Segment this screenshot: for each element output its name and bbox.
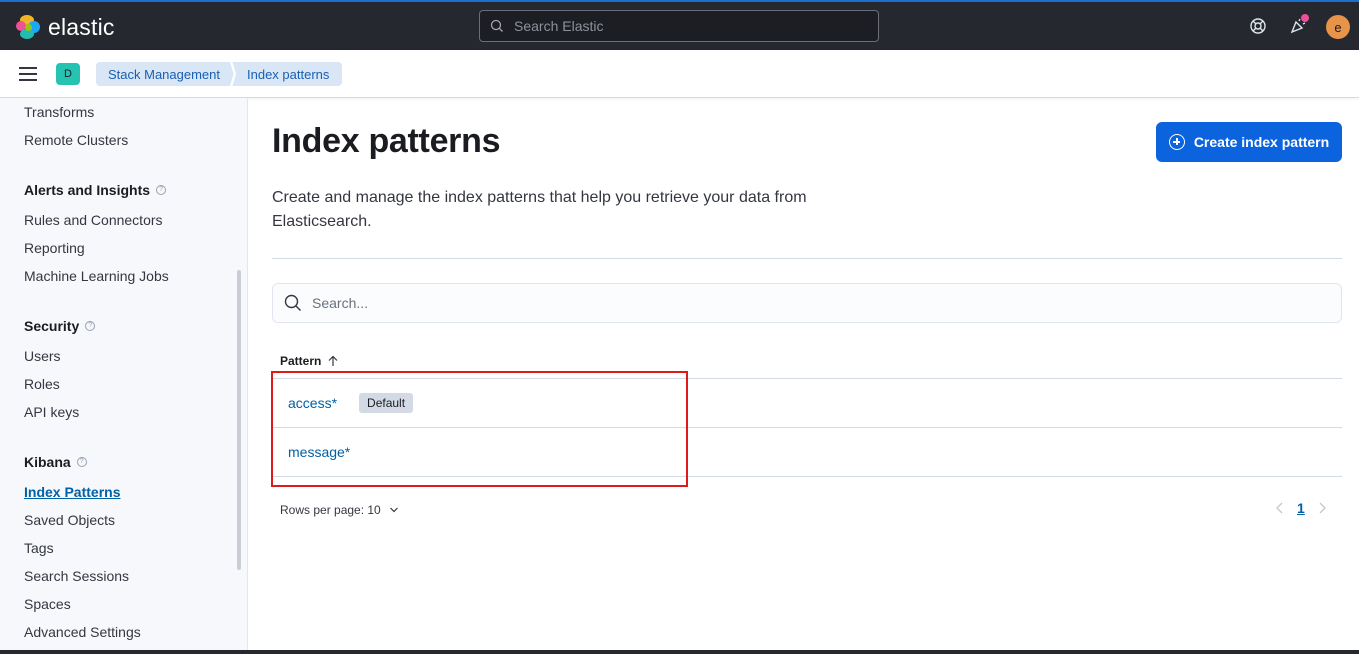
search-input[interactable] bbox=[312, 295, 1312, 311]
sidebar-item-users[interactable]: Users bbox=[24, 348, 61, 364]
elastic-logo[interactable]: elastic bbox=[16, 14, 115, 40]
rows-per-page-selector[interactable]: Rows per page: 10 bbox=[280, 503, 399, 517]
sidebar-item-rules-connectors[interactable]: Rules and Connectors bbox=[24, 212, 163, 228]
elastic-logo-icon bbox=[16, 15, 40, 39]
create-button-label: Create index pattern bbox=[1193, 134, 1330, 150]
sort-ascending-icon bbox=[328, 355, 338, 366]
index-pattern-search[interactable] bbox=[272, 283, 1342, 323]
help-lifebuoy-icon bbox=[1250, 18, 1266, 34]
breadcrumb-bar: D Stack Management Index patterns bbox=[0, 50, 1359, 98]
sidebar-item-api-keys[interactable]: API keys bbox=[24, 404, 79, 420]
sidebar-group-title: Alerts and Insights bbox=[24, 182, 151, 198]
sidebar-item-advanced-settings[interactable]: Advanced Settings bbox=[24, 624, 141, 640]
sidebar-item-index-patterns[interactable]: Index Patterns bbox=[24, 484, 120, 500]
pagination: 1 bbox=[1275, 500, 1327, 516]
sidebar-item-tags[interactable]: Tags bbox=[24, 540, 54, 556]
sidebar-group-title: Security bbox=[24, 318, 80, 334]
sidebar-item-roles[interactable]: Roles bbox=[24, 376, 60, 392]
sidebar-group-title: Kibana bbox=[24, 454, 71, 470]
notification-dot bbox=[1301, 14, 1309, 22]
sidebar-scrollbar[interactable] bbox=[237, 270, 241, 570]
management-sidebar: Transforms Remote Clusters Alerts and In… bbox=[0, 98, 248, 654]
sidebar-group-security: Security ? bbox=[24, 318, 96, 334]
user-avatar[interactable]: e bbox=[1326, 15, 1350, 39]
help-icon[interactable]: ? bbox=[85, 321, 96, 331]
logo-text: elastic bbox=[48, 13, 115, 40]
news-feed-button[interactable] bbox=[1286, 14, 1310, 38]
sidebar-item-saved-objects[interactable]: Saved Objects bbox=[24, 512, 115, 528]
help-icon[interactable]: ? bbox=[156, 185, 167, 195]
top-header: elastic e bbox=[0, 0, 1359, 50]
column-header-label: Pattern bbox=[280, 354, 322, 368]
window-bottom-edge bbox=[0, 650, 1359, 654]
column-header-pattern[interactable]: Pattern bbox=[280, 354, 339, 368]
rows-per-page-label: Rows per page: 10 bbox=[280, 503, 381, 517]
main-content: Index patterns Create index pattern Crea… bbox=[249, 98, 1359, 654]
search-icon bbox=[284, 294, 301, 311]
breadcrumb-stack-management[interactable]: Stack Management bbox=[96, 62, 233, 86]
page-number-button[interactable]: 1 bbox=[1297, 500, 1305, 516]
sidebar-item-reporting[interactable]: Reporting bbox=[24, 240, 85, 256]
chevron-right-icon[interactable] bbox=[1317, 501, 1327, 515]
global-search[interactable] bbox=[479, 10, 879, 42]
sidebar-item-transforms[interactable]: Transforms bbox=[24, 104, 94, 120]
divider bbox=[272, 258, 1342, 259]
plus-circle-icon bbox=[1168, 134, 1185, 150]
menu-toggle-icon[interactable] bbox=[19, 67, 37, 81]
sidebar-item-spaces[interactable]: Spaces bbox=[24, 596, 71, 612]
chevron-left-icon[interactable] bbox=[1275, 501, 1285, 515]
chevron-down-icon bbox=[389, 507, 398, 513]
page-description: Create and manage the index patterns tha… bbox=[272, 189, 807, 230]
help-icon[interactable]: ? bbox=[76, 457, 87, 467]
highlight-annotation-box bbox=[271, 371, 688, 487]
search-icon bbox=[490, 19, 503, 32]
sidebar-group-alerts-insights: Alerts and Insights ? bbox=[24, 182, 167, 198]
sidebar-item-remote-clusters[interactable]: Remote Clusters bbox=[24, 132, 128, 148]
sidebar-group-kibana: Kibana ? bbox=[24, 454, 87, 470]
sidebar-item-search-sessions[interactable]: Search Sessions bbox=[24, 568, 129, 584]
create-index-pattern-button[interactable]: Create index pattern bbox=[1156, 122, 1342, 162]
breadcrumb-index-patterns: Index patterns bbox=[233, 62, 342, 86]
help-menu-button[interactable] bbox=[1246, 14, 1270, 38]
global-search-input[interactable] bbox=[514, 18, 854, 34]
sidebar-item-ml-jobs[interactable]: Machine Learning Jobs bbox=[24, 268, 169, 284]
space-selector[interactable]: D bbox=[56, 63, 80, 85]
page-title: Index patterns bbox=[272, 122, 501, 160]
